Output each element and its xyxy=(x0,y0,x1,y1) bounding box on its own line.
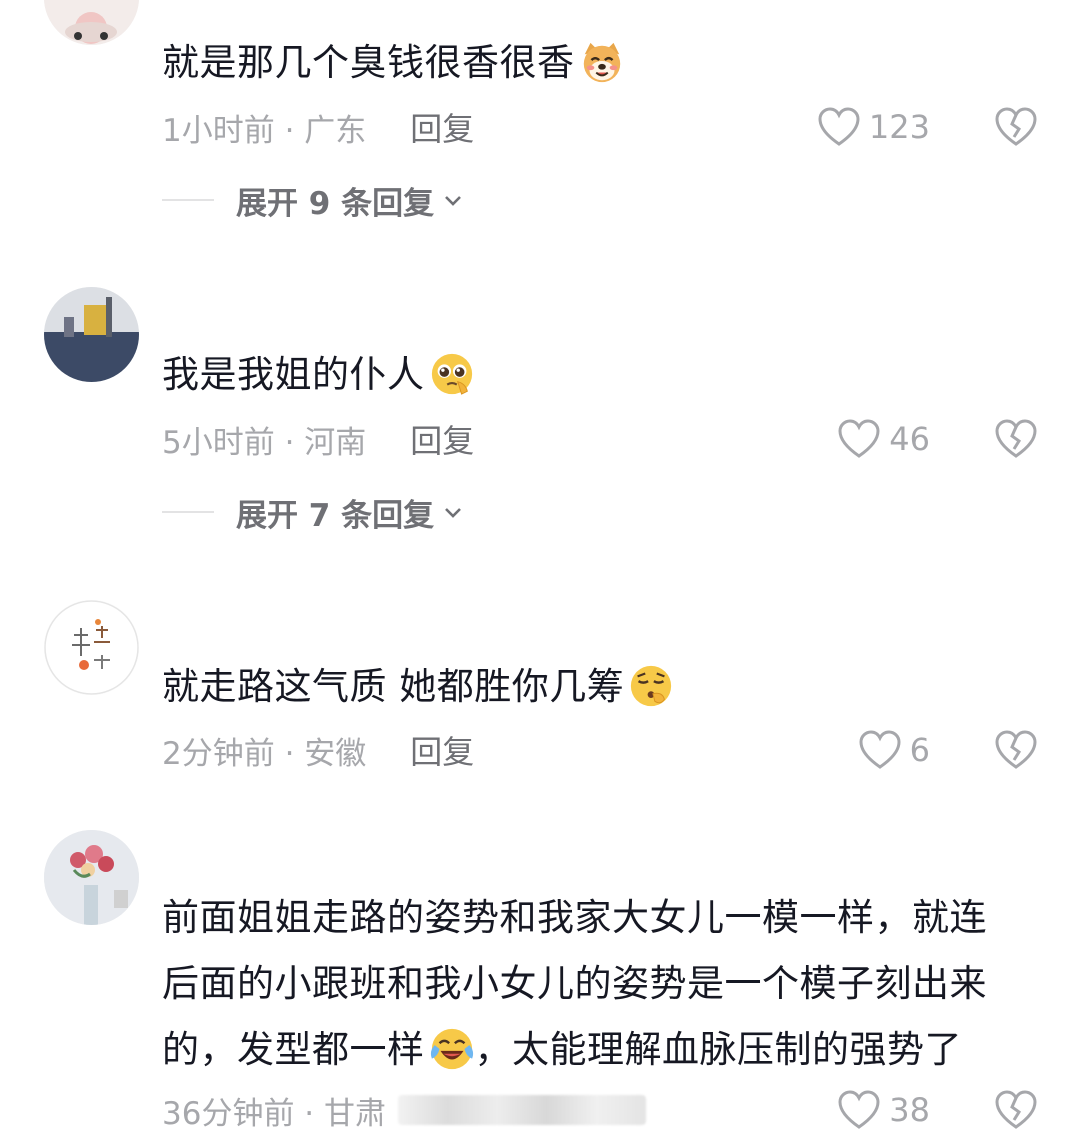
comment-meta: 36分钟前 · 甘肃 xyxy=(162,1085,647,1135)
blurred-overlay xyxy=(398,1095,647,1125)
avatar[interactable] xyxy=(44,600,139,695)
comment-text: 就是那几个臭钱很香很香 xyxy=(162,33,1042,93)
expand-replies-label: 展开 7 条回复 xyxy=(236,497,435,534)
comment-text: 前面姐姐走路的姿势和我家大女儿一模一样，就连 后面的小跟班和我小女儿的姿势是一个… xyxy=(162,885,1042,1083)
heart-outline-icon xyxy=(818,107,860,146)
avatar-image xyxy=(44,0,139,45)
pleading-face-icon xyxy=(431,353,472,395)
like-button[interactable]: 123 xyxy=(817,102,930,152)
smug-face-icon xyxy=(631,665,672,706)
comment-time-location: 5小时前 · 河南 xyxy=(162,424,367,461)
broken-heart-icon[interactable] xyxy=(994,104,1038,148)
avatar[interactable] xyxy=(44,287,139,382)
avatar[interactable] xyxy=(44,830,139,925)
comment-time-location: 1小时前 · 广东 xyxy=(162,112,367,149)
comment-meta: 5小时前 · 河南 回复 xyxy=(162,414,474,464)
dog-face-icon xyxy=(583,42,620,82)
like-button[interactable]: 38 xyxy=(837,1085,930,1135)
chevron-down-icon xyxy=(445,196,462,206)
divider-line xyxy=(162,199,214,201)
expand-replies-button[interactable]: 展开 9 条回复 xyxy=(162,180,464,222)
comment-text: 就走路这气质 她都胜你几筹 xyxy=(162,657,1042,717)
divider-line xyxy=(162,511,214,513)
avatar-image xyxy=(44,830,139,925)
like-count: 123 xyxy=(868,108,930,146)
comment-text: 我是我姐的仆人 xyxy=(162,345,1042,405)
comment-text-line-1: 前面姐姐走路的姿势和我家大女儿一模一样，就连 xyxy=(162,896,987,939)
comment-text-line-3b: ，太能理解血脉压制的强势了 xyxy=(474,1028,962,1071)
expand-replies-label: 展开 9 条回复 xyxy=(236,185,435,222)
crying-laughing-face-icon xyxy=(430,1028,473,1069)
reply-button[interactable]: 回复 xyxy=(410,727,474,773)
comment-time-location: 2分钟前 · 安徽 xyxy=(162,735,367,772)
reply-button[interactable]: 回复 xyxy=(410,416,474,462)
comment-time-location: 36分钟前 · 甘肃 xyxy=(162,1095,387,1132)
broken-heart-icon[interactable] xyxy=(994,727,1038,771)
comment-text-content: 我是我姐的仆人 xyxy=(162,353,425,396)
like-button[interactable]: 6 xyxy=(858,725,930,775)
comment-text-content: 就是那几个臭钱很香很香 xyxy=(162,41,575,84)
avatar[interactable] xyxy=(44,0,139,45)
heart-outline-icon xyxy=(859,730,901,769)
heart-outline-icon xyxy=(838,419,880,458)
like-button[interactable]: 46 xyxy=(837,414,930,464)
comment-meta: 1小时前 · 广东 回复 xyxy=(162,102,474,152)
chevron-down-icon xyxy=(445,508,462,518)
like-count: 6 xyxy=(909,731,930,769)
comment-meta: 2分钟前 · 安徽 回复 xyxy=(162,725,474,775)
comment-text-line-3a: 的，发型都一样 xyxy=(162,1028,425,1071)
broken-heart-icon[interactable] xyxy=(994,416,1038,460)
comment-text-line-3: 的，发型都一样 ，太能理解血脉压制的强势了 xyxy=(162,1017,1042,1083)
reply-button[interactable]: 回复 xyxy=(410,104,474,150)
comment-text-content: 就走路这气质 她都胜你几筹 xyxy=(162,665,625,708)
avatar-image xyxy=(44,287,139,382)
like-count: 38 xyxy=(889,1091,930,1129)
comment-text-line-2: 后面的小跟班和我小女儿的姿势是一个模子刻出来 xyxy=(162,962,987,1005)
heart-outline-icon xyxy=(838,1090,880,1129)
like-count: 46 xyxy=(889,420,930,458)
broken-heart-icon[interactable] xyxy=(994,1087,1038,1131)
expand-replies-button[interactable]: 展开 7 条回复 xyxy=(162,492,464,534)
avatar-image xyxy=(44,600,139,695)
